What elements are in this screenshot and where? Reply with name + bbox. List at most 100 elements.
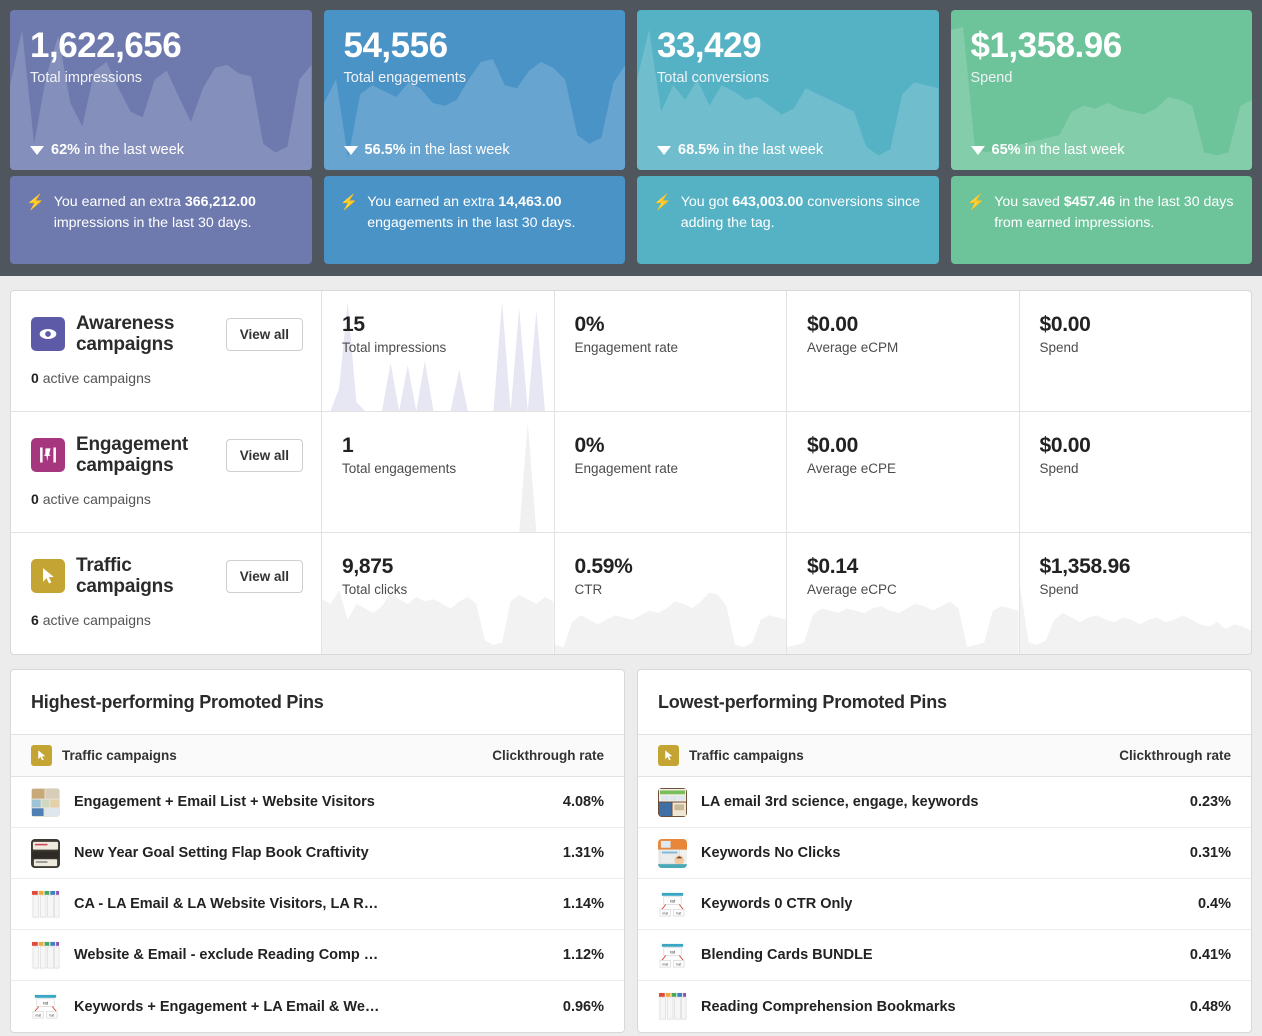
metric-value: 0% [574, 313, 605, 336]
pin-name: Engagement + Email List + Website Visito… [74, 794, 375, 810]
pin-name: Reading Comprehension Bookmarks [701, 998, 956, 1015]
campaign-metric: $0.00 Average eCPE [787, 412, 1020, 532]
column-campaign-label: Traffic campaigns [689, 748, 804, 763]
table-row[interactable]: Website & Email - exclude Reading Comp …… [11, 930, 624, 981]
kpi-main: 1,622,656 Total impressions 62% in the las… [10, 10, 312, 170]
cursor-icon [31, 745, 52, 766]
metric-label: Average eCPM [807, 340, 899, 355]
kpi-delta: 62% in the last week [30, 142, 184, 158]
kpi-delta-suffix: in the last week [84, 142, 185, 158]
metric-value: 9,875 [342, 555, 394, 578]
kpi-card-3: 33,429 Total conversions 68.5% in the last… [637, 10, 939, 264]
metric-label: Spend [1039, 582, 1079, 597]
kpi-delta-value: 65% [991, 142, 1021, 158]
highest-performing-pins-table: Highest-performing Promoted Pins Traffic … [10, 669, 625, 1033]
table-row[interactable]: Keywords No Clicks 0.31% [638, 828, 1251, 879]
active-count-label: active campaigns [42, 490, 151, 507]
pin-name: Keywords 0 CTR Only [701, 896, 853, 912]
metric-value: $0.00 [807, 313, 859, 336]
campaign-header: Traffic campaigns View all 6 active campai… [11, 533, 322, 654]
eye-icon [31, 317, 65, 352]
metric-label: Spend [1039, 461, 1079, 476]
kpi-main: 54,556 Total engagements 56.5% in the last… [323, 10, 625, 170]
kpi-note-prefix: You earned an extra [53, 194, 181, 210]
metric-value: $0.00 [1039, 313, 1091, 336]
pin-ctr-value: 1.31% [562, 845, 604, 861]
table-row[interactable]: LA email 3rd science, engage, keywords 0.… [638, 777, 1251, 828]
kpi-label: Total impressions [30, 69, 143, 86]
campaign-table: Awareness campaigns View all 0 active camp… [10, 290, 1252, 655]
kpi-note-bold: 14,463.00 [498, 194, 562, 210]
pin-table-title: Highest-performing Promoted Pins [11, 670, 624, 735]
caret-down-icon [657, 145, 671, 155]
column-rate-label: Clickthrough rate [1119, 748, 1231, 763]
kpi-main: $1,358.96 Spend 65% in the last week [950, 10, 1252, 170]
kpi-label: Total engagements [343, 69, 467, 86]
caret-down-icon [970, 145, 985, 155]
pin-name: LA email 3rd science, engage, keywords [701, 794, 979, 810]
kpi-band: 1,622,656 Total impressions 62% in the las… [0, 0, 1262, 276]
pin-thumbnail [31, 889, 60, 919]
kpi-value: 54,556 [343, 26, 449, 65]
metric-label: Average eCPE [807, 461, 897, 476]
bolt-icon: ⚡ [966, 194, 986, 211]
table-row[interactable]: Reading Comprehension Bookmarks 0.48% [638, 981, 1251, 1032]
campaign-name: Traffic campaigns [76, 555, 174, 598]
column-rate-label: Clickthrough rate [492, 748, 604, 763]
kpi-note-suffix: impressions in the last 30 days. [53, 215, 252, 232]
pin-name: Blending Cards BUNDLE [701, 947, 873, 963]
table-row[interactable]: CA - LA Email & LA Website Visitors, LA … [11, 879, 624, 930]
kpi-delta-suffix: in the last week [723, 142, 824, 158]
caret-down-icon [343, 145, 358, 155]
svg-text:hat: hat [676, 962, 681, 966]
metric-label: Total impressions [342, 340, 447, 355]
pin-icon [31, 438, 65, 473]
svg-text:hat: hat [49, 1013, 54, 1017]
table-row[interactable]: rat mat hat Blending Cards BUNDLE 0.41% [638, 930, 1251, 981]
metric-label: Engagement rate [574, 340, 679, 355]
table-row[interactable]: rat mat hat Keywords + Engagement + LA Emai… [11, 981, 624, 1032]
table-row[interactable]: rat mat hat Keywords 0 CTR Only 0.4% [638, 879, 1251, 930]
kpi-note-bold: 366,212.00 [184, 194, 256, 210]
kpi-note: ⚡ You earned an extra 14,463.00 engagemen… [323, 176, 625, 264]
campaign-title-row: Traffic campaigns View all [31, 555, 303, 598]
campaign-metric: 15 Total impressions [322, 291, 555, 411]
pin-ctr-value: 0.96% [562, 998, 604, 1015]
pin-ctr-value: 1.12% [562, 947, 604, 963]
view-all-button[interactable]: View all [225, 438, 303, 472]
view-all-button[interactable]: View all [225, 559, 303, 593]
pin-ctr-value: 0.48% [1189, 998, 1231, 1015]
kpi-note-bold: 643,003.00 [732, 194, 804, 210]
metric-value: $1,358.96 [1039, 555, 1131, 578]
metric-label: Total engagements [342, 461, 457, 476]
metric-value: 15 [342, 313, 365, 336]
caret-down-icon [30, 145, 44, 155]
kpi-value: $1,358.96 [970, 26, 1123, 65]
view-all-button[interactable]: View all [225, 317, 303, 351]
table-row[interactable]: New Year Goal Setting Flap Book Craftivi… [11, 828, 624, 879]
svg-text:hat: hat [676, 911, 681, 915]
kpi-main: 33,429 Total conversions 68.5% in the last… [637, 10, 939, 170]
bolt-icon: ⚡ [339, 194, 359, 211]
metric-value: 1 [342, 434, 354, 457]
kpi-delta-suffix: in the last week [1024, 142, 1125, 158]
metric-value: $0.00 [807, 434, 859, 457]
metric-label: Total clicks [342, 582, 408, 597]
campaign-row: Traffic campaigns View all 6 active campai… [11, 533, 1251, 654]
svg-text:mat: mat [35, 1013, 41, 1017]
campaign-row: Awareness campaigns View all 0 active camp… [11, 291, 1251, 412]
pin-table-column-header: Traffic campaigns Clickthrough rate [11, 735, 624, 777]
active-count-value: 0 [31, 369, 39, 386]
campaign-header: Awareness campaigns View all 0 active camp… [11, 291, 322, 411]
active-count-value: 6 [31, 611, 39, 628]
campaign-section: Awareness campaigns View all 0 active camp… [0, 276, 1262, 655]
kpi-delta: 68.5% in the last week [657, 142, 823, 158]
svg-text:rat: rat [43, 1001, 49, 1006]
pin-ctr-value: 4.08% [562, 794, 604, 810]
table-row[interactable]: Engagement + Email List + Website Visito… [11, 777, 624, 828]
pin-thumbnail: rat mat hat [31, 992, 60, 1021]
campaign-name: Engagement campaigns [76, 434, 189, 477]
pin-name: CA - LA Email & LA Website Visitors, LA … [74, 896, 379, 912]
metric-label: Engagement rate [574, 461, 679, 476]
pin-ctr-value: 0.23% [1189, 794, 1231, 810]
